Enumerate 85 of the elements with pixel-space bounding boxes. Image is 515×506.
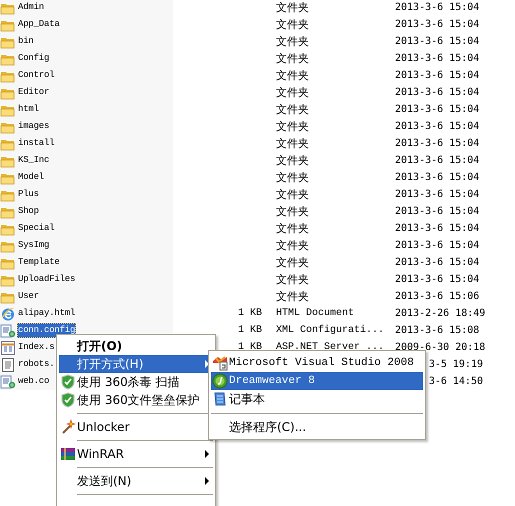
file-date: 2013-3-6 15:04 xyxy=(395,274,480,285)
file-date: 2013-3-6 15:04 xyxy=(395,155,480,166)
file-type: 文件夹 xyxy=(276,273,309,286)
shield-icon xyxy=(60,374,76,390)
file-date: 2013-3-6 15:04 xyxy=(395,172,480,183)
file-size: 1 KB xyxy=(238,308,262,319)
dreamweaver-logo-icon xyxy=(212,373,228,389)
studio-logo-icon xyxy=(212,355,228,371)
file-date: 3-5 19:19 xyxy=(428,359,483,370)
file-size: 1 KB xyxy=(238,325,262,336)
menu-item[interactable]: 记事本 xyxy=(211,390,423,408)
file-name[interactable]: Special xyxy=(17,221,56,236)
file-type: 文件夹 xyxy=(276,69,309,82)
file-date: 2013-3-6 15:04 xyxy=(395,104,480,115)
file-name[interactable]: Config xyxy=(17,51,50,66)
file-type: 文件夹 xyxy=(276,188,309,201)
file-name[interactable]: robots. xyxy=(17,357,56,372)
menu-item[interactable]: 使用 360杀毒 扫描 xyxy=(59,373,213,391)
menu-item[interactable]: 使用 360文件堡垒保护 xyxy=(59,391,213,409)
file-type: 文件夹 xyxy=(276,52,309,65)
file-type: 文件夹 xyxy=(276,18,309,31)
file-name[interactable]: images xyxy=(17,119,50,134)
books-icon xyxy=(60,446,76,462)
file-date: 2013-3-6 15:04 xyxy=(395,257,480,268)
file-name[interactable]: install xyxy=(17,136,56,151)
file-type: ASP.NET Server ... xyxy=(276,342,384,353)
file-date: 2009-6-30 20:18 xyxy=(395,342,486,353)
file-name[interactable]: web.co xyxy=(17,374,50,389)
file-size: 1 KB xyxy=(238,342,262,353)
file-name[interactable]: Editor xyxy=(17,85,50,100)
file-name[interactable]: Shop xyxy=(17,204,40,219)
file-name[interactable]: SysImg xyxy=(17,238,50,253)
file-date: 2013-2-26 18:49 xyxy=(395,308,486,319)
menu-item[interactable]: 打开(O) xyxy=(59,337,213,355)
file-type: 文件夹 xyxy=(276,137,309,150)
file-name[interactable]: conn.config xyxy=(17,323,76,338)
file-name[interactable]: html xyxy=(17,102,40,117)
file-type: 文件夹 xyxy=(276,256,309,269)
file-date: 2013-3-6 15:04 xyxy=(395,53,480,64)
menu-item[interactable]: 选择程序(C)... xyxy=(211,418,423,436)
file-type: 文件夹 xyxy=(276,86,309,99)
submenu-arrow-icon xyxy=(205,477,209,485)
menu-item[interactable]: Dreamweaver 8 xyxy=(211,372,423,390)
submenu-arrow-icon xyxy=(205,450,209,458)
file-name[interactable]: User xyxy=(17,289,40,304)
menu-item[interactable]: 发送到(N) xyxy=(59,472,213,490)
file-type: 文件夹 xyxy=(276,154,309,167)
file-date: 2013-3-6 15:04 xyxy=(395,19,480,30)
notepad-icon xyxy=(212,391,228,407)
file-date: 2013-3-6 15:08 xyxy=(395,325,480,336)
file-date: 2013-3-6 15:06 xyxy=(395,291,480,302)
file-date: 2013-3-6 15:04 xyxy=(395,2,480,13)
file-type: 文件夹 xyxy=(276,205,309,218)
file-date: 2013-3-6 15:04 xyxy=(395,223,480,234)
file-type: 文件夹 xyxy=(276,35,309,48)
file-type: HTML Document xyxy=(276,308,354,319)
file-date: 2013-3-6 15:04 xyxy=(395,87,480,98)
file-type: 文件夹 xyxy=(276,103,309,116)
menu-item[interactable]: Unlocker xyxy=(59,418,213,436)
file-type: 文件夹 xyxy=(276,222,309,235)
file-type: XML Configurati... xyxy=(276,325,384,336)
file-name[interactable]: Admin xyxy=(17,0,46,15)
file-type: 文件夹 xyxy=(276,171,309,184)
file-type: 文件夹 xyxy=(276,1,309,14)
file-date: 2013-3-6 15:04 xyxy=(395,70,480,81)
file-type: 文件夹 xyxy=(276,290,309,303)
file-name[interactable]: Index.s xyxy=(17,340,56,355)
file-date: 2013-3-6 15:04 xyxy=(395,189,480,200)
file-date: 3-6 14:50 xyxy=(428,376,483,387)
file-type: 文件夹 xyxy=(276,120,309,133)
file-date: 2013-3-6 15:04 xyxy=(395,240,480,251)
file-date: 2013-3-6 15:04 xyxy=(395,121,480,132)
menu-item[interactable]: Microsoft Visual Studio 2008 xyxy=(211,354,423,372)
file-date: 2013-3-6 15:04 xyxy=(395,36,480,47)
shield-icon xyxy=(60,392,76,408)
magic-wand-icon xyxy=(60,419,76,435)
file-name[interactable]: Model xyxy=(17,170,46,185)
file-name[interactable]: KS_Inc xyxy=(17,153,50,168)
file-type: 文件夹 xyxy=(276,239,309,252)
file-date: 2013-3-6 15:04 xyxy=(395,206,480,217)
file-date: 2013-3-6 15:04 xyxy=(395,138,480,149)
file-name[interactable]: bin xyxy=(17,34,35,49)
file-name[interactable]: Control xyxy=(17,68,56,83)
file-name[interactable]: Plus xyxy=(17,187,40,202)
menu-item[interactable]: WinRAR xyxy=(59,445,213,463)
